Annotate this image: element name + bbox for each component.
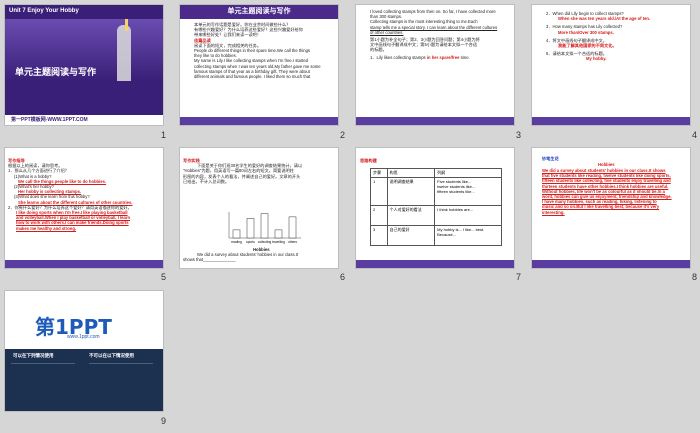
table-row: 2 个人对爱好的看法 I think hobbies are... xyxy=(370,205,502,226)
answer: makes me healthy and strong. xyxy=(16,225,77,231)
hobbies-bar-chart: reading sports collecting travelling others xyxy=(228,212,301,244)
answer-2: When she was ten years old./At the age o… xyxy=(558,16,651,22)
slide-thumbnail-4[interactable]: 2．When did Lily begin to collect stamps?… xyxy=(532,5,690,125)
table-header: 步骤 构思 列纲 xyxy=(370,168,502,178)
bar-others xyxy=(288,216,297,239)
slide-number: 2 xyxy=(340,130,346,140)
text-line: 的标题。 xyxy=(370,47,387,53)
slide-thumbnail-8[interactable]: 妙笔生花 Hobbies We did a survey about stude… xyxy=(532,148,690,268)
text-line: 已给出，不计入总词数。 xyxy=(183,178,230,184)
essay-title: Hobbies xyxy=(598,162,615,167)
answer-3: More than/Over 300 stamps. xyxy=(558,29,614,35)
outline-table: 步骤 构思 列纲 1 说明调查结果 Five students like... twel… xyxy=(370,168,502,246)
tick-label: others xyxy=(288,240,297,244)
slide-number: 4 xyxy=(692,130,698,140)
table-row: 3 自己的爱好 My hobby is... I like... best. Bec… xyxy=(370,225,502,246)
slide-number: 7 xyxy=(516,272,522,282)
bar-collecting xyxy=(260,213,269,239)
slide-thumbnail-5[interactable]: 写作指导 根据以上的阅读，请你思考。 1．那么从几个方面进行了介绍？ (1)Wh… xyxy=(5,148,163,268)
table-row: 1 说明调查结果 Five students like... twelve stud… xyxy=(370,177,502,206)
slide-number: 5 xyxy=(161,272,167,282)
slide-thumbnail-6[interactable]: 写作实践 下面是关于你们班30名学生的爱好的调查结果统计，请以 "Hobbies… xyxy=(180,148,338,268)
bar-sports xyxy=(246,218,255,239)
bar-reading xyxy=(232,229,241,239)
tick-label: sports xyxy=(246,240,255,244)
slide-number: 3 xyxy=(516,130,522,140)
text-line: "Hobbies"为题，用英语写一篇80词左右的短文。简要说明柱 xyxy=(183,168,294,174)
question-1: 1．Lily likes collecting stamps in her sp… xyxy=(370,54,470,60)
text-line: shows that______________ xyxy=(183,257,236,263)
section-label: 妙笔生花 xyxy=(542,156,559,161)
slide-number: 9 xyxy=(161,416,167,426)
slide-number: 8 xyxy=(692,272,698,282)
section-label: 思路构建 xyxy=(360,158,377,163)
slide-thumbnail-7[interactable]: 思路构建 步骤 构思 列纲 1 说明调查结果 Five students like...… xyxy=(356,148,514,268)
text-line: My name is Lily.I like collecting stamps… xyxy=(194,58,309,64)
answer-5: My hobby. xyxy=(586,56,607,62)
bar-travelling xyxy=(274,229,283,239)
site-url: 第一PPT模板网-WWW.1PPT.COM xyxy=(11,117,88,123)
usage-right: 不可以在以下情况使用 xyxy=(89,353,134,358)
tick-label: reading xyxy=(231,240,242,244)
slide-thumbnail-1[interactable]: Unit 7 Enjoy Your Hobby 单元主题阅读与写作 第一PPT模… xyxy=(5,5,163,125)
usage-left: 可以在下列情况使用 xyxy=(13,353,54,358)
unit-title: Unit 7 Enjoy Your Hobby xyxy=(9,8,79,14)
slide-thumbnail-2[interactable]: 单元主题阅读与写作 本单元的写作话题是爱好。你在业余时间做些什么？ 有哪些兴趣爱… xyxy=(180,5,338,125)
banner-title: 单元主题阅读与写作 xyxy=(227,8,291,15)
slide-number: 1 xyxy=(161,130,167,140)
text-line: fifteen students like collecting, five s… xyxy=(542,178,671,184)
slide-thumbnail-3[interactable]: I loved collecting stamps from then on. … xyxy=(356,5,514,125)
answer-4: 我能了解其他国家的不同文化。 xyxy=(558,43,617,49)
slide-thumbnail-9[interactable]: 第1PPT www.1ppt.com 可以在下列情况使用 不可以在以下情况使用 xyxy=(5,291,163,411)
answer: how to work with others.I can make frien… xyxy=(16,220,129,226)
text-line: of other countries. xyxy=(370,29,404,35)
tick-label: travelling xyxy=(272,240,285,244)
text-line: different animals and famous people. I l… xyxy=(194,74,311,80)
brand-url: www.1ppt.com xyxy=(67,334,100,340)
tick-label: collecting xyxy=(258,240,272,244)
text-line: music and so on.But I like travelling be… xyxy=(542,204,660,210)
slide-title: 单元主题阅读与写作 xyxy=(15,67,97,77)
text-line: interesting. xyxy=(542,209,565,215)
slide-number: 6 xyxy=(340,272,346,282)
